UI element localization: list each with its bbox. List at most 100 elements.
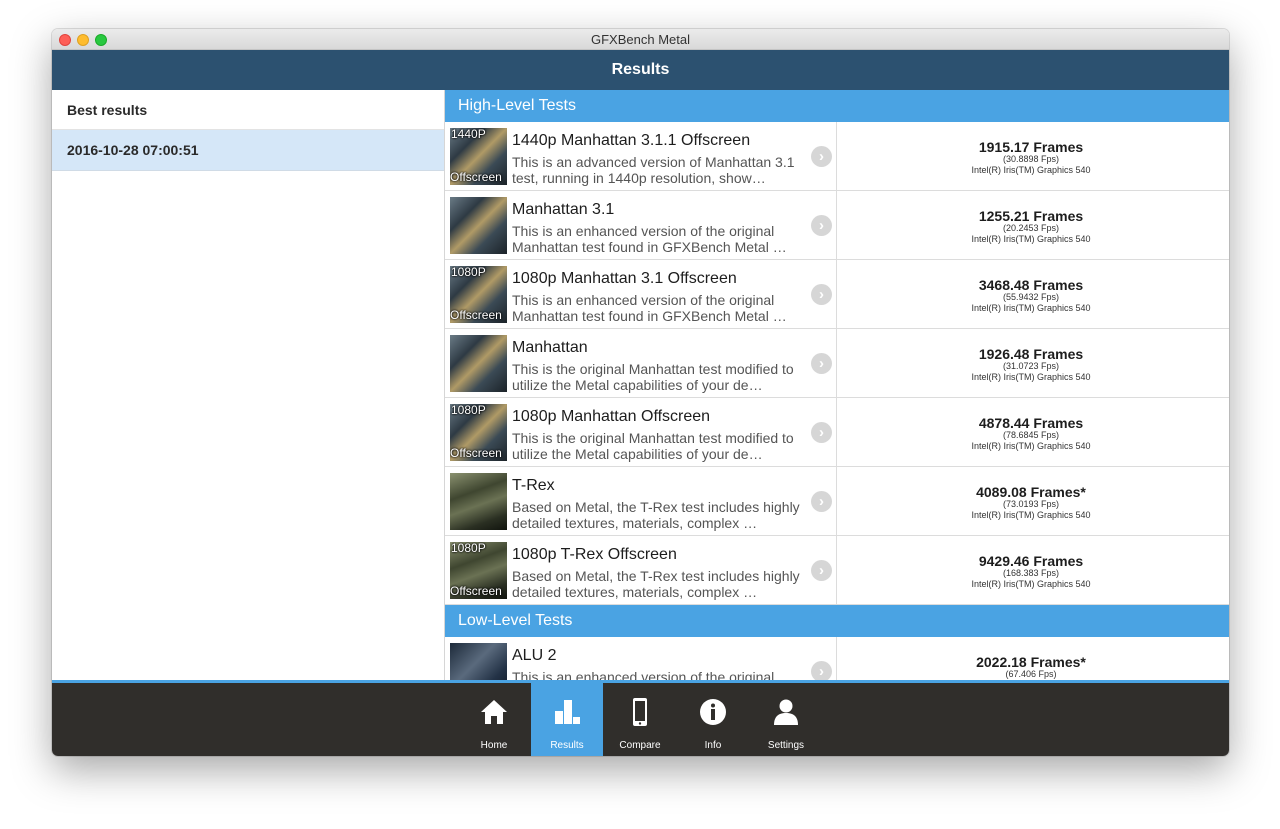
test-result-row[interactable]: 1440P Offscreen 1440p Manhattan 3.1.1 Offs…: [445, 122, 1229, 191]
chevron-right-icon[interactable]: ›: [811, 491, 832, 512]
tab-info[interactable]: Info: [677, 683, 749, 756]
score-cell: 4878.44 Frames (78.6845 Fps) Intel(R) Iris…: [837, 398, 1225, 466]
test-title: Manhattan 3.1: [512, 201, 615, 218]
test-title: 1080p Manhattan Offscreen: [512, 408, 711, 425]
score-fps: (30.8898 Fps): [1002, 154, 1060, 164]
chevron-right-icon[interactable]: ›: [811, 560, 832, 581]
test-result-row[interactable]: 1080P Offscreen 1080p T-Rex Offscreen Based…: [445, 536, 1229, 605]
score-frames: 2022.18 Frames*: [976, 654, 1086, 670]
score-fps: (73.0193 Fps): [1002, 499, 1060, 509]
score-device: Intel(R) Iris(TM) Graphics 540: [971, 579, 1091, 589]
home-icon: [481, 700, 507, 724]
test-title: 1440p Manhattan 3.1.1 Offscreen: [512, 132, 751, 149]
score-cell: 2022.18 Frames* (67.406 Fps): [837, 637, 1225, 680]
score-device: Intel(R) Iris(TM) Graphics 540: [971, 165, 1091, 175]
score-cell: 9429.46 Frames (168.383 Fps) Intel(R) Iris…: [837, 536, 1225, 604]
score-cell: 1926.48 Frames (31.0723 Fps) Intel(R) Iris…: [837, 329, 1225, 397]
results-list[interactable]: High-Level Tests 1440P Offscreen 1440p Manh…: [445, 90, 1229, 680]
offscreen-overlay: Offscreen: [450, 170, 502, 184]
chevron-right-icon[interactable]: ›: [811, 353, 832, 374]
test-result-row[interactable]: 1080P Offscreen 1080p Manhattan 3.1 Offscr…: [445, 260, 1229, 329]
info-icon: [700, 699, 726, 725]
test-description: This is an enhanced version of the origi…: [512, 292, 787, 324]
test-result-row[interactable]: ALU 2 This is an enhanced version of the …: [445, 637, 1229, 680]
test-thumbnail: [450, 473, 507, 530]
test-result-row[interactable]: Manhattan This is the original Manhattan …: [445, 329, 1229, 398]
score-device: Intel(R) Iris(TM) Graphics 540: [971, 234, 1091, 244]
page-title: Results: [611, 61, 670, 78]
test-description: This is the original Manhattan test modi…: [512, 430, 794, 462]
sidebar-item-result-session[interactable]: 2016-10-28 07:00:51: [52, 130, 444, 171]
offscreen-overlay: Offscreen: [450, 584, 502, 598]
score-fps: (20.2453 Fps): [1002, 223, 1060, 233]
tab-bar: Home Results Compare Info Settings: [52, 680, 1229, 756]
navigation-bar: Results: [52, 50, 1229, 90]
tab-results[interactable]: Results: [531, 683, 603, 756]
score-frames: 1926.48 Frames: [978, 346, 1084, 362]
test-title: Manhattan: [512, 339, 588, 356]
section-header: Low-Level Tests: [445, 605, 1229, 637]
tab-label: Compare: [619, 740, 661, 751]
manhattan-thumbnail: [450, 335, 507, 392]
tab-label: Settings: [767, 740, 805, 751]
resolution-overlay: 1440P: [451, 128, 486, 141]
score-fps: (168.383 Fps): [1002, 568, 1060, 578]
results-sidebar: Best results 2016-10-28 07:00:51: [52, 90, 445, 680]
test-thumbnail: [450, 335, 507, 392]
test-result-row[interactable]: 1080P Offscreen 1080p Manhattan Offscreen T…: [445, 398, 1229, 467]
title-bar: GFXBench Metal: [52, 29, 1229, 50]
test-title: T-Rex: [512, 477, 555, 494]
score-fps: (67.406 Fps): [1005, 669, 1057, 679]
phone-icon: [633, 698, 647, 726]
score-cell: 1255.21 Frames (20.2453 Fps) Intel(R) Iris…: [837, 191, 1225, 259]
score-frames: 1255.21 Frames: [978, 208, 1084, 224]
score-frames: 3468.48 Frames: [978, 277, 1084, 293]
test-thumbnail: 1440P Offscreen: [450, 128, 507, 185]
test-thumbnail: [450, 643, 507, 680]
test-thumbnail: 1080P Offscreen: [450, 404, 507, 461]
resolution-overlay: 1080P: [451, 542, 486, 555]
test-result-row[interactable]: Manhattan 3.1 This is an enhanced version…: [445, 191, 1229, 260]
test-title: 1080p Manhattan 3.1 Offscreen: [512, 270, 737, 287]
user-icon: [774, 699, 798, 725]
tab-compare[interactable]: Compare: [604, 683, 676, 756]
sidebar-header: Best results: [52, 90, 444, 130]
test-description: Based on Metal, the T-Rex test includes …: [512, 568, 800, 600]
test-thumbnail: 1080P Offscreen: [450, 266, 507, 323]
score-cell: 1915.17 Frames (30.8898 Fps) Intel(R) Iris…: [837, 122, 1225, 190]
section-header: High-Level Tests: [445, 90, 1229, 122]
score-frames: 4089.08 Frames*: [976, 484, 1086, 500]
resolution-overlay: 1080P: [451, 266, 486, 279]
tab-settings[interactable]: Settings: [750, 683, 822, 756]
test-title: 1080p T-Rex Offscreen: [512, 546, 677, 563]
tab-label: Info: [704, 740, 722, 751]
sidebar-item-label: 2016-10-28 07:00:51: [67, 142, 199, 158]
chevron-right-icon[interactable]: ›: [811, 661, 832, 680]
trex-thumbnail: [450, 473, 507, 530]
test-description: This is an enhanced version of the origi…: [512, 223, 787, 255]
score-fps: (55.9432 Fps): [1002, 292, 1060, 302]
test-thumbnail: 1080P Offscreen: [450, 542, 507, 599]
score-device: Intel(R) Iris(TM) Graphics 540: [971, 372, 1091, 382]
chevron-right-icon[interactable]: ›: [811, 215, 832, 236]
score-frames: 9429.46 Frames: [978, 553, 1084, 569]
resolution-overlay: 1080P: [451, 404, 486, 417]
offscreen-overlay: Offscreen: [450, 308, 502, 322]
test-title: ALU 2: [512, 647, 557, 664]
tab-label: Home: [480, 740, 508, 751]
chevron-right-icon[interactable]: ›: [811, 146, 832, 167]
test-result-row[interactable]: T-Rex Based on Metal, the T-Rex test incl…: [445, 467, 1229, 536]
alu-thumbnail: [450, 643, 507, 680]
chevron-right-icon[interactable]: ›: [811, 422, 832, 443]
score-frames: 1915.17 Frames: [978, 139, 1084, 155]
score-frames: 4878.44 Frames: [978, 415, 1084, 431]
tab-home[interactable]: Home: [458, 683, 530, 756]
test-thumbnail: [450, 197, 507, 254]
test-description: Based on Metal, the T-Rex test includes …: [512, 499, 800, 531]
test-description: This is the original Manhattan test modi…: [512, 361, 794, 393]
chevron-right-icon[interactable]: ›: [811, 284, 832, 305]
score-device: Intel(R) Iris(TM) Graphics 540: [971, 303, 1091, 313]
manhattan-thumbnail: [450, 197, 507, 254]
score-cell: 3468.48 Frames (55.9432 Fps) Intel(R) Iris…: [837, 260, 1225, 328]
score-cell: 4089.08 Frames* (73.0193 Fps) Intel(R) Iri…: [837, 467, 1225, 535]
